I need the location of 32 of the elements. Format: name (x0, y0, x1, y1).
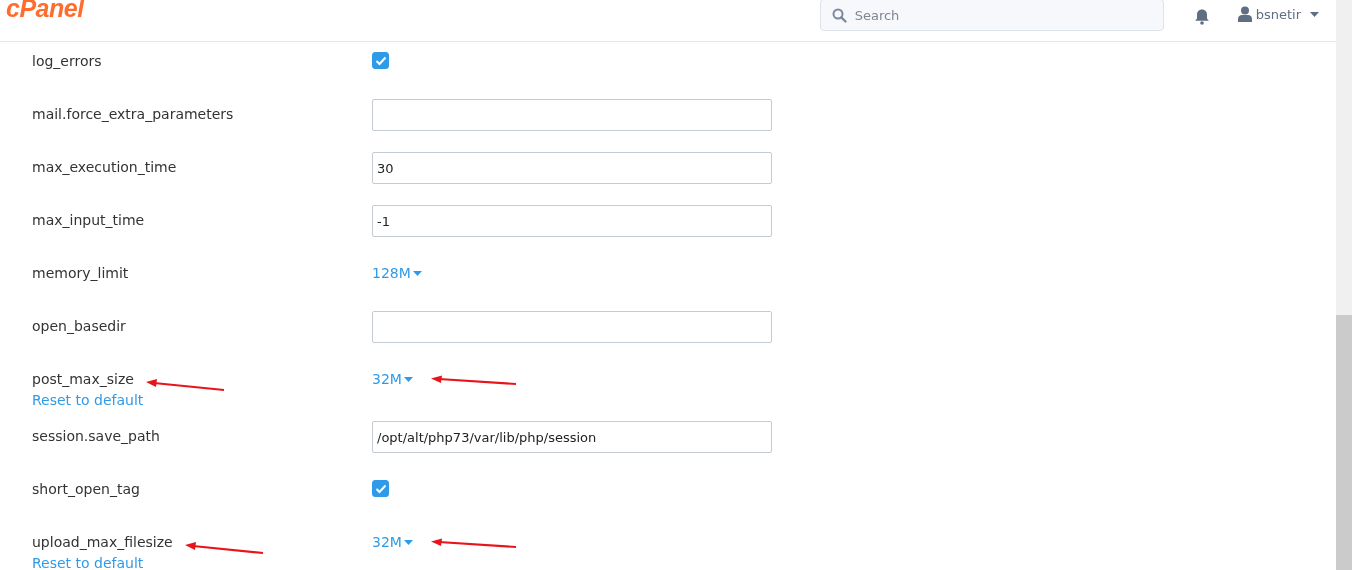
text-field[interactable]: /opt/alt/php73/var/lib/php/session (372, 421, 772, 453)
caret-icon (403, 539, 413, 545)
caret-icon (412, 270, 422, 276)
checkbox[interactable] (372, 52, 389, 69)
bell-icon[interactable] (1193, 8, 1210, 25)
setting-label: mail.force_extra_parameters (32, 105, 234, 124)
user-menu[interactable]: bsnetir (1237, 6, 1319, 22)
setting-label: short_open_tag (32, 480, 140, 499)
value-dropdown[interactable]: 32M (372, 534, 413, 550)
text-field[interactable]: 30 (372, 152, 772, 184)
text-field[interactable]: -1 (372, 205, 772, 237)
search-field[interactable]: Search (819, 0, 1164, 31)
reset-link[interactable]: Reset to default (32, 553, 144, 570)
scrollbar-thumb[interactable] (1336, 315, 1352, 570)
scrollbar[interactable] (1336, 0, 1352, 570)
setting-label: upload_max_filesize (32, 533, 173, 552)
setting-label: max_execution_time (32, 158, 177, 177)
value-dropdown[interactable]: 128M (372, 265, 422, 281)
setting-label: max_input_time (32, 211, 145, 230)
reset-link[interactable]: Reset to default (32, 390, 144, 410)
setting-label: post_max_size (32, 370, 134, 389)
checkbox[interactable] (372, 480, 389, 497)
text-field[interactable] (372, 99, 772, 131)
setting-label: open_basedir (32, 317, 126, 336)
user-icon (1237, 6, 1252, 22)
caret-icon (1310, 11, 1319, 17)
caret-icon (403, 376, 413, 382)
setting-label: log_errors (32, 52, 102, 71)
setting-label: memory_limit (32, 264, 129, 283)
text-field[interactable] (372, 311, 772, 343)
value-dropdown[interactable]: 32M (372, 371, 413, 387)
setting-label: session.save_path (32, 427, 160, 446)
